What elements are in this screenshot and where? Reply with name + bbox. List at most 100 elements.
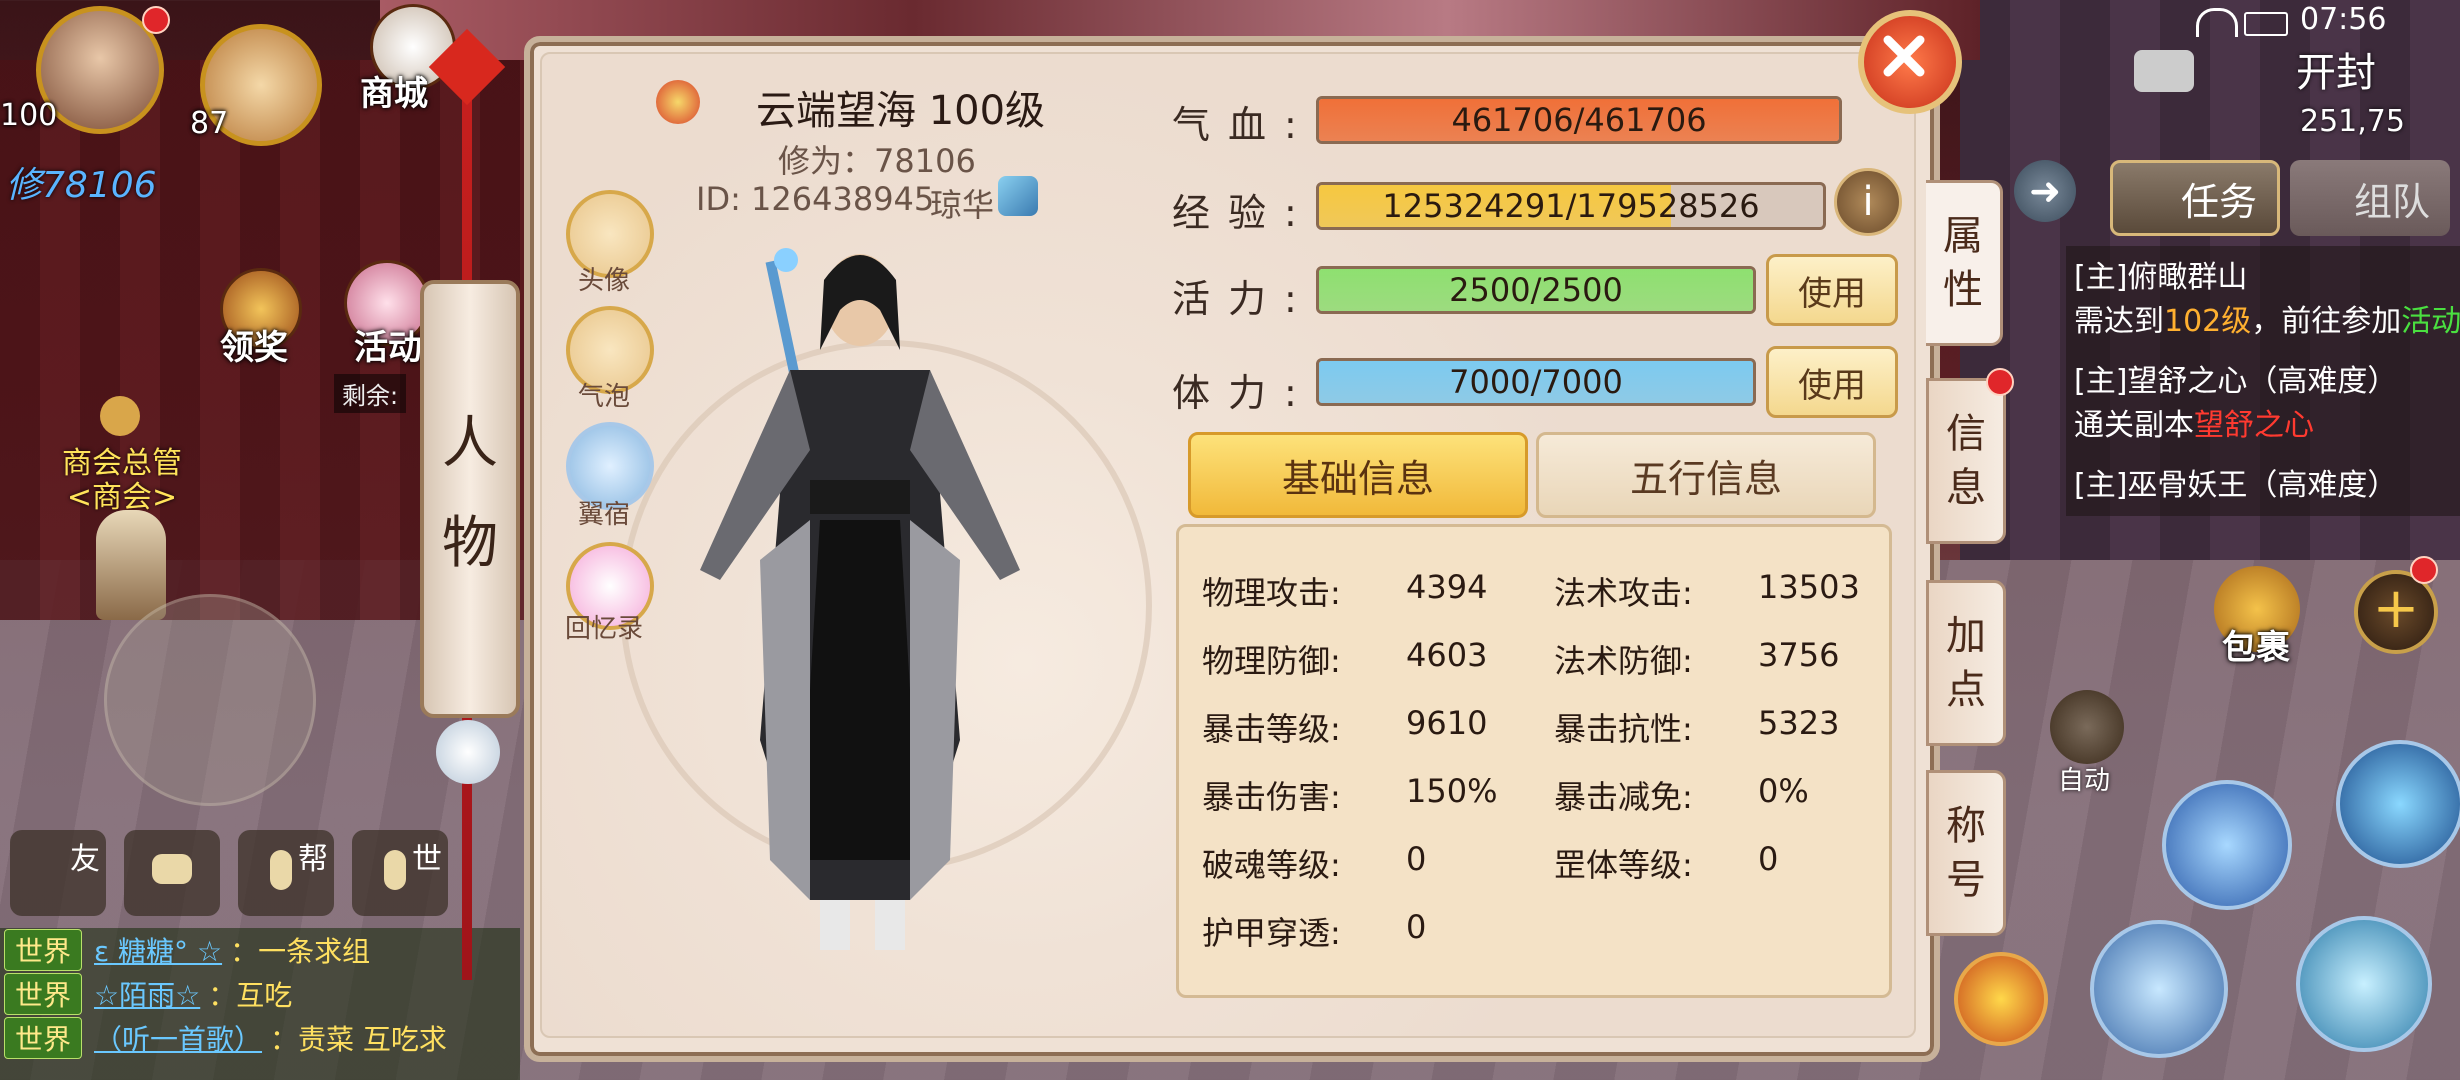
info-icon[interactable]: i [1834, 168, 1902, 236]
status-time: 07:56 [2300, 2, 2387, 37]
location-coords: 251,75 [2300, 104, 2405, 139]
skill-5-icon[interactable] [1954, 952, 2048, 1046]
attr-value: 4394 [1406, 568, 1488, 606]
character-id: ID: 126438945 [696, 180, 935, 218]
team-tab[interactable]: 组队 [2290, 160, 2450, 236]
quest-desc-text: ，前往参加 [2251, 304, 2402, 339]
plus-notification-dot [2410, 556, 2438, 584]
character-scroll-tab[interactable]: 人 物 [420, 280, 520, 718]
notification-dot [142, 6, 170, 34]
joystick[interactable] [104, 594, 316, 806]
chat-bubble-button[interactable] [124, 830, 220, 916]
chat-sender[interactable]: ☆陌雨☆ [94, 974, 200, 1014]
npc-figure[interactable] [96, 510, 166, 620]
tab-titles[interactable]: 称号 [1926, 770, 2006, 936]
sword-icon[interactable] [2050, 690, 2124, 764]
quest-title[interactable]: [主]俯瞰群山 [2066, 246, 2460, 296]
stamina-value: 7000/7000 [1449, 363, 1623, 401]
money-bag-icon [100, 396, 140, 436]
close-icon [1883, 35, 1925, 77]
chat-panel[interactable]: 世界 ε 糖糖° ☆ ：一条求组 世界 ☆陌雨☆ ：互吃 世界 （听一首歌） ：责菜 互吃求 [0, 928, 520, 1080]
skill-4-icon[interactable] [2296, 916, 2432, 1052]
friends-button[interactable]: 友 [10, 830, 106, 916]
exp-bar: 125324291/179528526 [1316, 182, 1826, 230]
vitality-label: 活力: [1172, 277, 1315, 321]
skill-2-icon[interactable] [2162, 780, 2292, 910]
attr-key: 暴击减免: [1554, 778, 1693, 816]
attr-row: 破魂等级: 0 罡体等级: 0 [1202, 840, 1882, 908]
exp-label: 经验: [1172, 191, 1315, 235]
close-button[interactable] [1858, 10, 1962, 114]
remaining-label: 剩余: [334, 374, 407, 413]
tab-titles-label-2: 号 [1946, 857, 1986, 903]
tab-add-points-label-1: 加 [1946, 613, 1986, 659]
chat-channel-tag: 世界 [4, 1017, 83, 1059]
skill-3-icon[interactable] [2090, 920, 2228, 1058]
power-value: 修78106 [6, 165, 157, 206]
auto-label[interactable]: 自动 [2058, 760, 2110, 797]
hp-value: 461706/461706 [1451, 101, 1707, 139]
quest-title[interactable]: [主]望舒之心（高难度） [2066, 350, 2460, 400]
shop-label[interactable]: 商城 [360, 66, 428, 115]
portrait-label[interactable]: 头像 [544, 260, 664, 297]
activity-label[interactable]: 活动 [354, 320, 422, 369]
character-name: 云端望海 100级 [756, 88, 1046, 134]
bag-label[interactable]: 包裹 [2222, 620, 2290, 669]
tab-basic-info[interactable]: 基础信息 [1188, 432, 1528, 518]
server-icon [998, 176, 1038, 216]
exp-value: 125324291/179528526 [1382, 187, 1760, 225]
chat-message: ：一条求组 [230, 935, 371, 968]
tab-five-elements[interactable]: 五行信息 [1536, 432, 1876, 518]
chat-line: 世界 ε 糖糖° ☆ ：一条求组 [0, 928, 520, 972]
quest-desc: 需达到102级，前往参加活动 [2066, 296, 2460, 350]
guild-voice-button[interactable]: 帮 [238, 830, 334, 916]
quest-desc: 通关副本望舒之心 [2066, 400, 2460, 454]
stamina-label: 体力: [1172, 371, 1315, 415]
tab-info[interactable]: 信息 [1926, 378, 2006, 544]
use-stamina-button[interactable]: 使用 [1766, 346, 1898, 418]
memoir-label[interactable]: 回忆录 [544, 608, 664, 645]
chat-sender[interactable]: （听一首歌） [94, 1018, 262, 1058]
location-name: 开封 [2296, 50, 2376, 96]
camera-icon[interactable] [2134, 50, 2194, 92]
vitality-value: 2500/2500 [1449, 271, 1623, 309]
wing-label[interactable]: 翼宿 [544, 494, 664, 531]
attr-key: 破魂等级: [1202, 846, 1341, 884]
hp-label: 气血: [1172, 103, 1315, 147]
team-tab-label: 组队 [2353, 179, 2430, 224]
reward-label[interactable]: 领奖 [220, 320, 288, 369]
attr-key: 物理防御: [1202, 642, 1341, 680]
quest-link[interactable]: 活动 [2401, 304, 2460, 339]
skill-1-icon[interactable] [2336, 740, 2460, 868]
chat-message: ：责菜 互吃求 [270, 1023, 447, 1056]
scroll-tab-label-2: 物 [442, 511, 498, 576]
quest-title[interactable]: [主]巫骨妖王（高难度） [2066, 454, 2460, 504]
tab-attributes[interactable]: 属性 [1926, 180, 2003, 346]
tab-info-notification-dot [1986, 368, 2014, 396]
chat-sender[interactable]: ε 糖糖° ☆ [94, 930, 222, 970]
bubble-label[interactable]: 气泡 [544, 376, 664, 413]
attr-key: 护甲穿透: [1202, 914, 1341, 952]
quest-panel[interactable]: [主]俯瞰群山 需达到102级，前往参加活动 [主]望舒之心（高难度） 通关副本… [2066, 246, 2460, 516]
chat-line: 世界 （听一首歌） ：责菜 互吃求 [0, 1016, 520, 1060]
tasks-tab[interactable]: 任务 [2110, 160, 2280, 236]
chat-channel-tag: 世界 [4, 929, 83, 971]
cloud-ornament-icon [436, 720, 500, 784]
use-vitality-button[interactable]: 使用 [1766, 254, 1898, 326]
attr-row: 护甲穿透: 0 [1202, 908, 1882, 976]
chat-line: 世界 ☆陌雨☆ ：互吃 [0, 972, 520, 1016]
attr-row: 物理防御: 4603 法术防御: 3756 [1202, 636, 1882, 704]
attr-row: 物理攻击: 4394 法术攻击: 13503 [1202, 568, 1882, 636]
attr-key: 暴击等级: [1202, 710, 1341, 748]
attr-value: 0 [1406, 908, 1427, 946]
attr-value: 3756 [1758, 636, 1840, 674]
stamina-bar: 7000/7000 [1316, 358, 1756, 406]
pet-level: 87 [190, 106, 229, 141]
tab-attributes-label-2: 性 [1943, 267, 1983, 313]
attr-key: 法术攻击: [1554, 574, 1693, 612]
tab-add-points[interactable]: 加点 [1926, 580, 2006, 746]
world-voice-button[interactable]: 世 [352, 830, 448, 916]
arrow-right-icon[interactable]: ➜ [2014, 160, 2076, 222]
attr-key: 罡体等级: [1554, 846, 1693, 884]
attr-row: 暴击伤害: 150% 暴击减免: 0% [1202, 772, 1882, 840]
